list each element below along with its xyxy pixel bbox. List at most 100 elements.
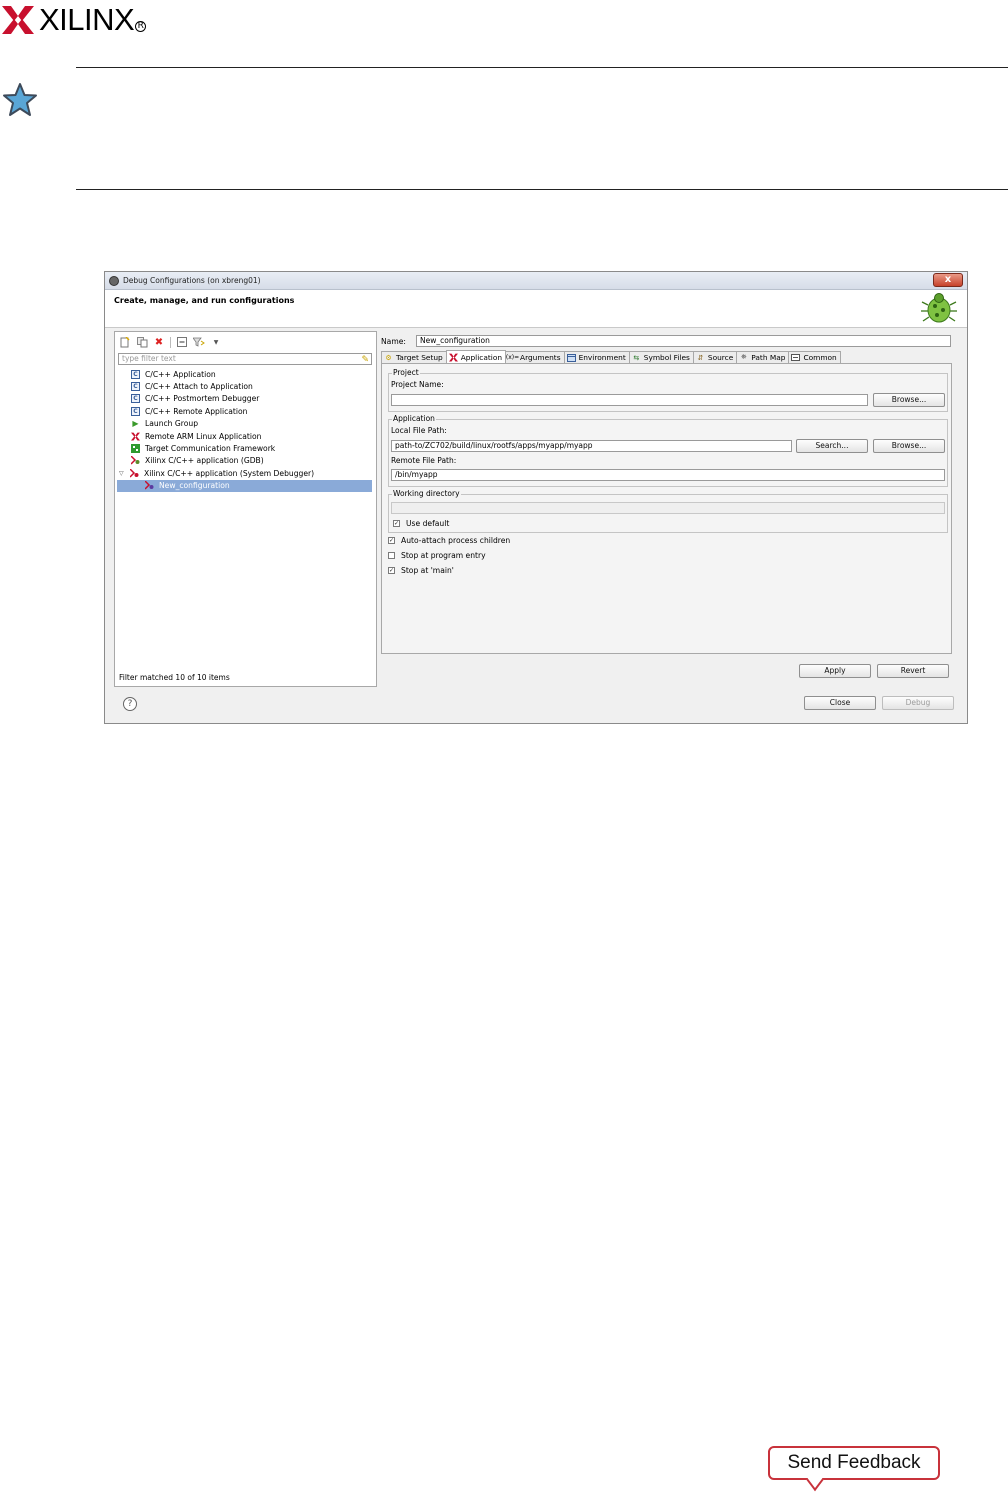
stop-at-main-checkbox[interactable]: ✓ Stop at 'main' (388, 566, 454, 575)
debug-button[interactable]: Debug (882, 696, 954, 710)
use-default-label: Use default (406, 519, 450, 528)
tab-source[interactable]: ⇵ Source (692, 351, 738, 363)
local-path-input[interactable]: path-to/ZC702/build/linux/rootfs/apps/my… (391, 440, 792, 452)
tree-item-label: C/C++ Postmortem Debugger (145, 394, 260, 404)
stop-at-entry-checkbox[interactable]: Stop at program entry (388, 551, 486, 560)
close-button[interactable]: Close (804, 696, 876, 710)
application-group-label: Application (392, 414, 436, 423)
application-tab-panel: Project Project Name: Browse... Applicat… (381, 363, 952, 654)
help-icon[interactable]: ? (123, 697, 137, 711)
tree-toolbar: ✖ ▼ (119, 335, 222, 349)
dialog-title: Debug Configurations (on xbreng01) (123, 276, 261, 285)
tab-application[interactable]: Application (445, 350, 507, 363)
search-button[interactable]: Search... (796, 439, 868, 453)
tab-label: Environment (578, 353, 626, 362)
remote-path-label: Remote File Path: (391, 456, 457, 465)
clear-filter-icon[interactable]: ✎ (361, 355, 369, 365)
revert-button[interactable]: Revert (877, 664, 949, 678)
tree-item-label: C/C++ Remote Application (145, 406, 248, 416)
environment-icon (566, 353, 576, 362)
tree-item-label: Launch Group (145, 419, 199, 429)
xilinx-icon (448, 353, 458, 361)
tree-item-cpp-postmortem[interactable]: C C/C++ Postmortem Debugger (115, 393, 376, 405)
tab-label: Arguments (520, 353, 561, 362)
application-group: Application Local File Path: path-to/ZC7… (388, 414, 948, 487)
chevron-down-icon[interactable]: ▼ (210, 336, 222, 348)
c-app-icon: C (131, 406, 140, 416)
c-app-icon: C (131, 394, 140, 404)
checkmark-icon: ✓ (388, 567, 395, 574)
tree-item-label: New_configuration (159, 481, 230, 491)
local-path-label: Local File Path: (391, 426, 447, 435)
tab-path-map[interactable]: ⛯ Path Map (736, 351, 790, 363)
new-config-icon[interactable] (119, 336, 131, 348)
arguments-icon: (x)= (505, 354, 520, 361)
duplicate-config-icon[interactable] (136, 336, 148, 348)
star-icon (2, 82, 38, 122)
config-tabs: ⚙ Target Setup Application (x)= Argument… (381, 350, 841, 363)
delete-config-icon[interactable]: ✖ (153, 336, 165, 348)
tree-item-tcf[interactable]: Target Communication Framework (115, 442, 376, 454)
symbol-files-icon: ⇆ (633, 353, 640, 362)
common-icon (791, 354, 801, 362)
use-default-checkbox[interactable]: ✓ Use default (393, 519, 449, 528)
project-name-label: Project Name: (391, 380, 444, 389)
filter-placeholder: type filter text (122, 354, 176, 363)
tab-label: Common (803, 353, 837, 362)
name-label: Name: (381, 337, 406, 346)
apply-button[interactable]: Apply (799, 664, 871, 678)
tab-label: Application (460, 352, 503, 362)
tree-item-label: C/C++ Attach to Application (145, 382, 253, 392)
banner-title: Create, manage, and run configurations (114, 296, 295, 305)
tree-item-new-configuration[interactable]: New_configuration (117, 479, 372, 492)
tree-item-xilinx-system-debugger[interactable]: ▽ Xilinx C/C++ application (System Debug… (115, 467, 376, 479)
xilinx-debug-icon (130, 468, 139, 478)
xilinx-debug-icon (145, 481, 154, 490)
path-map-icon: ⛯ (740, 353, 747, 361)
tab-target-setup[interactable]: ⚙ Target Setup (381, 351, 447, 363)
source-icon: ⇵ (697, 353, 704, 362)
xilinx-logo: XILINX R (2, 2, 147, 38)
tree-item-xilinx-gdb[interactable]: Xilinx C/C++ application (GDB) (115, 455, 376, 467)
tree-item-remote-arm[interactable]: Remote ARM Linux Application (115, 430, 376, 442)
tab-arguments[interactable]: (x)= Arguments (505, 351, 565, 363)
divider-bottom (76, 189, 1008, 190)
configurations-tree-pane: ✖ ▼ type filter text ✎ C C/C++ Applicati… (114, 331, 377, 687)
target-setup-icon: ⚙ (385, 353, 392, 362)
tab-label: Symbol Files (643, 353, 690, 362)
project-browse-button[interactable]: Browse... (873, 393, 945, 407)
project-name-input[interactable] (391, 394, 868, 406)
tab-common[interactable]: Common (788, 351, 841, 363)
tab-environment[interactable]: Environment (563, 351, 630, 363)
send-feedback-label: Send Feedback (787, 1452, 921, 1473)
brand-name: XILINX (39, 2, 135, 37)
filter-input[interactable]: type filter text ✎ (118, 353, 372, 365)
tree-item-launch-group[interactable]: ▶ Launch Group (115, 418, 376, 430)
tree-item-label: C/C++ Application (145, 369, 216, 379)
tab-symbol-files[interactable]: ⇆ Symbol Files (628, 351, 694, 363)
auto-attach-checkbox[interactable]: ✓ Auto-attach process children (388, 536, 510, 545)
window-close-button[interactable]: x (933, 273, 963, 287)
tree-item-cpp-remote[interactable]: C C/C++ Remote Application (115, 405, 376, 417)
tree-item-label: Xilinx C/C++ application (System Debugge… (144, 468, 315, 478)
tree-item-cpp-attach[interactable]: C C/C++ Attach to Application (115, 380, 376, 392)
send-feedback-button[interactable]: Send Feedback (768, 1446, 940, 1492)
working-directory-label: Working directory (392, 489, 461, 498)
expand-triangle-icon[interactable]: ▽ (119, 470, 127, 477)
checkmark-icon: ✓ (393, 520, 400, 527)
filter-configs-icon[interactable] (193, 336, 205, 348)
config-name-input[interactable]: New_configuration (416, 335, 951, 347)
remote-path-input[interactable]: /bin/myapp (391, 469, 945, 481)
working-directory-group: Working directory ✓ Use default (388, 489, 948, 533)
tab-label: Source (707, 353, 734, 362)
tree-item-cpp-application[interactable]: C C/C++ Application (115, 368, 376, 380)
c-app-icon: C (131, 369, 140, 379)
local-browse-button[interactable]: Browse... (873, 439, 945, 453)
c-app-icon: C (131, 382, 140, 392)
divider-top (76, 67, 1008, 68)
toolbar-separator (170, 336, 171, 348)
tree-item-label: Target Communication Framework (145, 444, 276, 454)
xilinx-mark-icon (2, 6, 34, 34)
auto-attach-label: Auto-attach process children (401, 536, 511, 545)
collapse-all-icon[interactable] (176, 336, 188, 348)
